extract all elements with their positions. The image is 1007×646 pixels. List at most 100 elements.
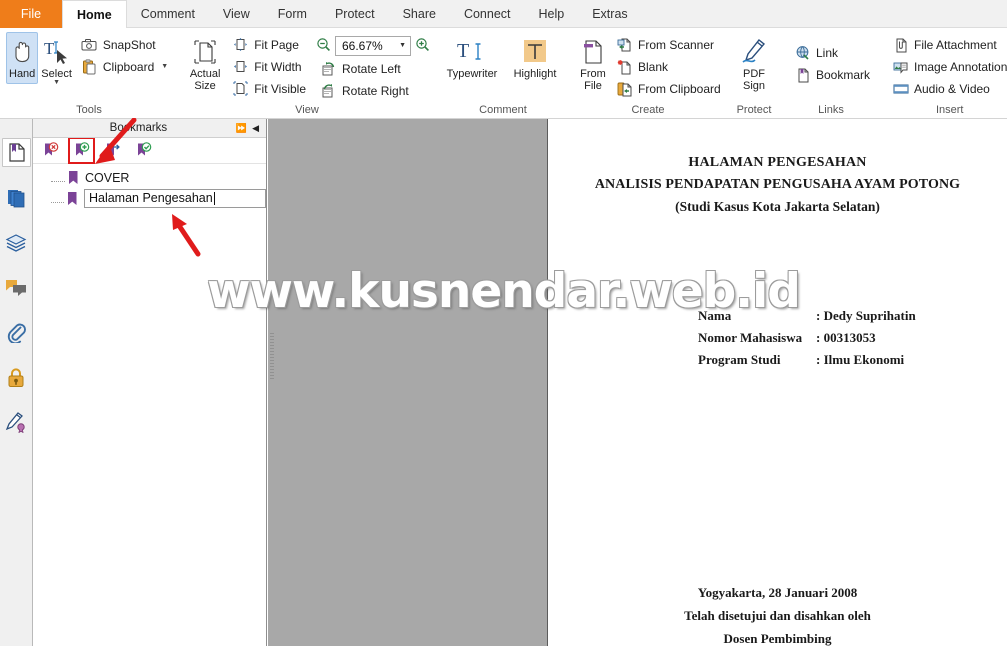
rotate-right-label: Rotate Right	[342, 83, 409, 98]
blank-page-icon	[616, 58, 633, 75]
doc-footer-line-2: Telah disetujui dan disahkan oleh	[684, 608, 871, 623]
link-globe-icon	[794, 44, 811, 61]
fit-page-icon	[232, 36, 249, 53]
zoom-level-select[interactable]: 66.67% ▼	[335, 35, 411, 56]
menu-item-file[interactable]: File	[0, 0, 62, 28]
zoom-in-icon[interactable]	[415, 37, 430, 55]
bookmark-item-cover[interactable]: COVER	[33, 168, 266, 187]
rotate-left-button[interactable]: Rotate Left	[314, 58, 430, 79]
hand-tool-label: Hand	[9, 68, 36, 80]
hand-tool-button[interactable]: Hand	[6, 32, 39, 84]
text-caret	[213, 191, 215, 205]
bookmark-page-icon	[794, 66, 811, 83]
from-clipboard-button[interactable]: From Clipboard	[610, 78, 727, 99]
ribbon-group-tools: Hand T Select ▼ SnapShot Clipboard ▼ Too…	[0, 28, 178, 119]
tools-small-buttons: SnapShot Clipboard ▼	[75, 32, 174, 77]
clipboard-icon	[81, 58, 98, 75]
scanner-icon	[616, 36, 633, 53]
audio-video-label: Audio & Video	[914, 81, 990, 96]
pdf-sign-button[interactable]: PDF Sign	[732, 32, 776, 96]
go-to-bookmark-icon[interactable]	[103, 141, 122, 160]
from-scanner-button[interactable]: From Scanner	[610, 34, 727, 55]
menu-item-extras[interactable]: Extras	[578, 0, 641, 28]
zoom-out-icon[interactable]	[316, 37, 331, 55]
collapse-panel-icon[interactable]: ◀	[252, 123, 259, 133]
view-zoom-rotate: 66.67% ▼ Rotate Left Rotate Right	[314, 32, 430, 101]
fit-page-button[interactable]: Fit Page	[226, 34, 312, 55]
pdf-sign-label-1: PDF	[743, 68, 765, 80]
clipboard-create-icon	[616, 80, 633, 97]
bookmark-flag-icon	[67, 170, 80, 185]
from-file-button[interactable]: From File	[576, 32, 610, 96]
panel-splitter[interactable]	[268, 119, 280, 646]
ribbon-group-comment: T Typewriter Highlight Comment	[436, 28, 570, 119]
navigation-panel-rail	[0, 119, 33, 646]
fit-width-icon	[232, 58, 249, 75]
bookmarks-panel-header: Bookmarks ⏩ ◀	[33, 119, 266, 138]
menu-item-help[interactable]: Help	[525, 0, 579, 28]
menu-item-connect[interactable]: Connect	[450, 0, 525, 28]
ribbon-group-links: Link Bookmark Links	[782, 28, 880, 119]
view-fit-buttons: Fit Page Fit Width Fit Visible	[226, 32, 312, 99]
select-dropdown-caret-icon[interactable]: ▼	[53, 79, 60, 86]
doc-field-value: : Dedy Suprihatin	[816, 308, 916, 323]
signatures-panel-icon[interactable]	[2, 408, 31, 437]
delete-bookmark-icon[interactable]	[41, 141, 60, 160]
bookmarks-panel-icon[interactable]	[1, 138, 31, 167]
chevron-down-icon[interactable]: ▼	[399, 42, 406, 49]
link-button[interactable]: Link	[788, 42, 876, 63]
file-attachment-button[interactable]: File Attachment	[886, 34, 1007, 55]
splitter-grip[interactable]	[270, 333, 274, 379]
bookmark-label: Bookmark	[816, 67, 871, 82]
menu-item-form[interactable]: Form	[264, 0, 321, 28]
layers-panel-icon[interactable]	[2, 228, 31, 257]
doc-field-key: Nama	[698, 308, 732, 323]
fit-width-button[interactable]: Fit Width	[226, 56, 312, 77]
fit-visible-button[interactable]: Fit Visible	[226, 78, 312, 99]
bookmark-rename-input[interactable]: Halaman Pengesahan	[83, 188, 266, 208]
attachments-panel-icon[interactable]	[2, 318, 31, 347]
image-annotation-label: Image Annotation	[914, 59, 1007, 74]
pdf-page[interactable]: HALAMAN PENGESAHAN ANALISIS PENDAPATAN P…	[547, 119, 1007, 646]
select-tool-button[interactable]: T Select ▼	[38, 32, 75, 90]
pdf-sign-icon	[739, 36, 769, 68]
svg-text:T: T	[44, 39, 55, 58]
rotate-right-button[interactable]: Rotate Right	[314, 80, 430, 101]
actual-size-button[interactable]: Actual Size	[184, 32, 226, 96]
comment-group-label: Comment	[479, 104, 527, 116]
edit-bookmark-icon[interactable]	[134, 141, 153, 160]
clipboard-dropdown-caret-icon[interactable]: ▼	[161, 63, 168, 70]
menu-item-view[interactable]: View	[209, 0, 264, 28]
ribbon-toolbar: Hand T Select ▼ SnapShot Clipboard ▼ Too…	[0, 28, 1007, 119]
pdf-editor-window: File Home Comment View Form Protect Shar…	[0, 0, 1007, 646]
expand-panel-icon[interactable]: ⏩	[236, 123, 247, 133]
highlight-button[interactable]: Highlight	[506, 32, 564, 84]
menu-item-protect[interactable]: Protect	[321, 0, 389, 28]
bookmarks-tree: COVER Halaman Pengesahan	[33, 164, 266, 209]
view-group-label: View	[295, 104, 319, 116]
snapshot-button[interactable]: SnapShot	[75, 34, 174, 55]
typewriter-button[interactable]: T Typewriter	[442, 32, 502, 84]
image-annotation-button[interactable]: Image Annotation	[886, 56, 1007, 77]
add-bookmark-icon[interactable]	[68, 137, 95, 164]
tree-connector	[51, 201, 64, 203]
audio-video-button[interactable]: Audio & Video	[886, 78, 1007, 99]
menu-item-home[interactable]: Home	[62, 0, 127, 29]
security-panel-icon[interactable]	[2, 363, 31, 392]
document-viewer[interactable]: HALAMAN PENGESAHAN ANALISIS PENDAPATAN P…	[268, 119, 1007, 646]
comments-panel-icon[interactable]	[2, 273, 31, 302]
typewriter-icon: T	[455, 36, 489, 68]
fit-visible-icon	[232, 80, 249, 97]
svg-text:T: T	[457, 40, 469, 62]
clipboard-button[interactable]: Clipboard ▼	[75, 56, 174, 77]
highlight-label: Highlight	[513, 68, 557, 80]
hand-icon	[9, 36, 35, 68]
blank-button[interactable]: Blank	[610, 56, 727, 77]
menu-item-comment[interactable]: Comment	[127, 0, 209, 28]
ribbon-group-insert: File Attachment Image Annotation Audio &…	[880, 28, 1007, 119]
bookmark-item-halaman-pengesahan[interactable]: Halaman Pengesahan	[33, 187, 266, 209]
bookmark-button[interactable]: Bookmark	[788, 64, 876, 85]
pages-panel-icon[interactable]	[2, 183, 31, 212]
menu-item-share[interactable]: Share	[389, 0, 450, 28]
doc-title-line-2: ANALISIS PENDAPATAN PENGUSAHA AYAM POTON…	[594, 177, 961, 192]
